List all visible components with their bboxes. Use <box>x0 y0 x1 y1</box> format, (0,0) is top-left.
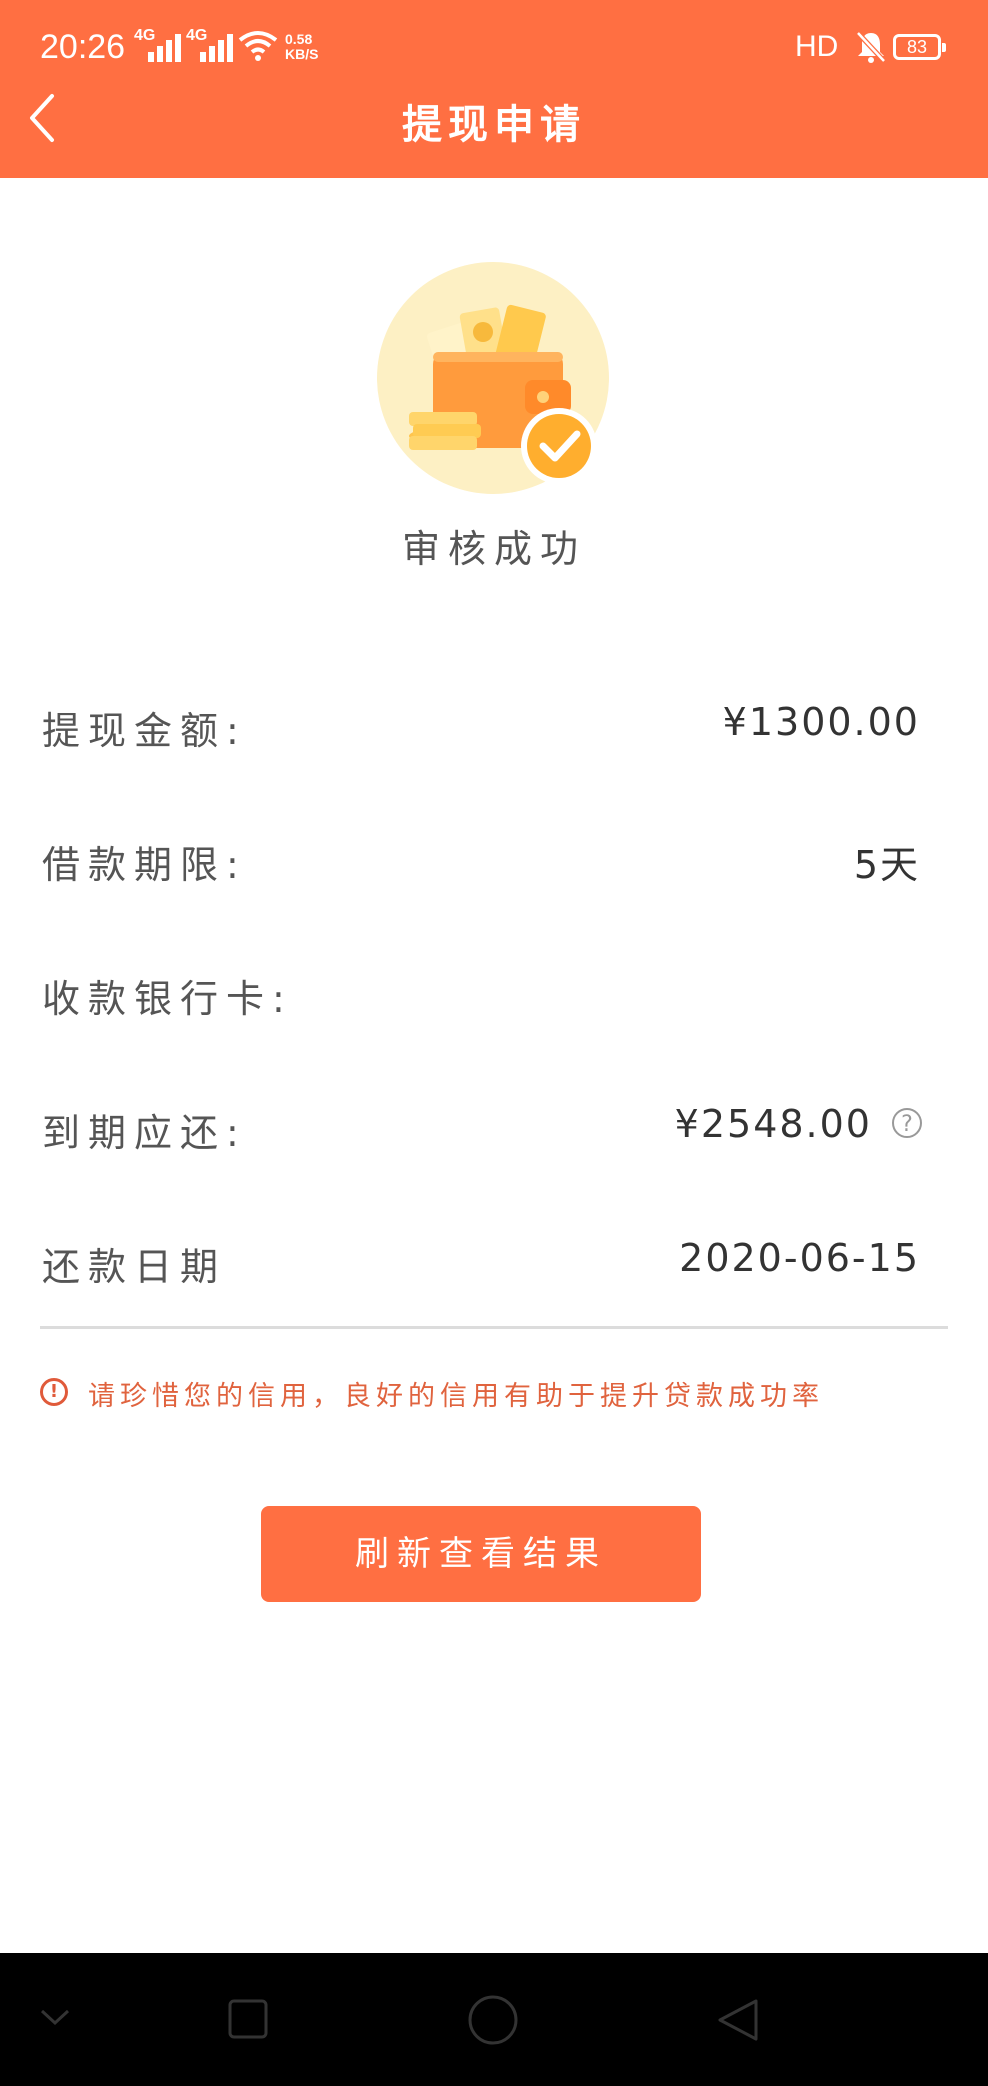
status-time: 20:26 <box>40 28 126 66</box>
page-title: 提现申请 <box>402 102 586 148</box>
home-button[interactable] <box>466 1993 520 2047</box>
detail-value: 5天 <box>853 843 920 887</box>
credit-warning: 请珍惜您的信用，良好的信用有助于提升贷款成功率 <box>88 1381 824 1412</box>
back-nav-button[interactable] <box>714 1995 764 2045</box>
warning-icon: ! <box>40 1378 68 1406</box>
detail-label: 借款期限: <box>42 843 247 887</box>
hd-indicator: HD <box>795 30 839 63</box>
detail-label: 提现金额: <box>42 709 247 753</box>
detail-value: ¥1300.00 <box>722 700 920 744</box>
battery-icon: 83 <box>893 34 946 60</box>
detail-row-amount: 提现金额: ¥1300.00 <box>42 700 920 760</box>
detail-row-bank-card: 收款银行卡: <box>42 968 920 1028</box>
signal-icon-1 <box>148 34 182 62</box>
detail-value: 2020-06-15 <box>679 1236 920 1280</box>
speed-value: 0.58 <box>285 31 313 47</box>
detail-label: 收款银行卡: <box>42 977 293 1021</box>
divider <box>40 1326 948 1329</box>
system-nav-bar <box>0 1953 988 2086</box>
detail-row-term: 借款期限: 5天 <box>42 834 920 894</box>
detail-value: ¥2548.00 <box>674 1102 872 1146</box>
detail-row-due-amount: 到期应还: ¥2548.00 ? <box>42 1102 922 1162</box>
audit-status: 审核成功 <box>401 527 586 571</box>
recent-apps-button[interactable] <box>226 1997 270 2041</box>
mute-bell-icon <box>856 31 886 63</box>
wallet-success-illustration <box>377 262 609 494</box>
wifi-icon <box>238 31 278 61</box>
status-bar: 20:26 4G 4G 0.58 KB/S HD 83 <box>0 0 988 90</box>
refresh-result-button[interactable]: 刷新查看结果 <box>261 1506 701 1602</box>
help-icon[interactable]: ? <box>892 1108 922 1138</box>
speed-unit: KB/S <box>285 46 319 62</box>
chevron-down-icon[interactable] <box>38 2003 72 2029</box>
detail-row-repay-date: 还款日期 2020-06-15 <box>42 1236 920 1296</box>
network-speed: 0.58 KB/S <box>285 32 318 62</box>
signal-icon-2 <box>200 34 234 62</box>
detail-label: 还款日期 <box>42 1245 227 1289</box>
detail-label: 到期应还: <box>42 1111 247 1155</box>
app-header: 20:26 4G 4G 0.58 KB/S HD 83 提现申请 <box>0 0 988 178</box>
